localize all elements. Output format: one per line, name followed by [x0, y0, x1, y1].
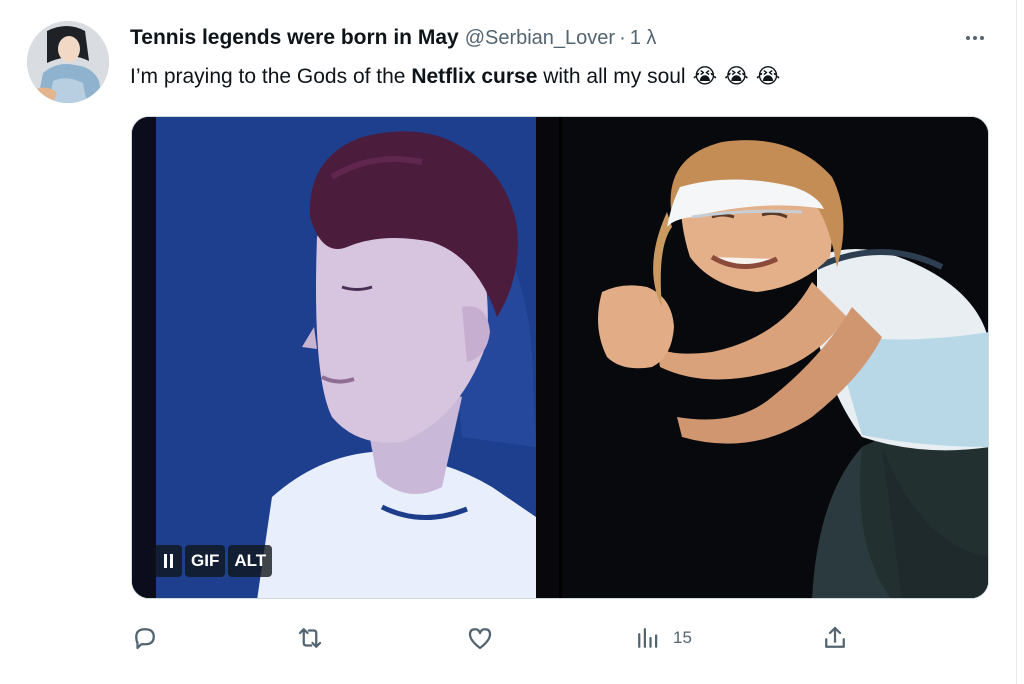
tweet-text: I’m praying to the Gods of the Netflix c… [130, 64, 780, 89]
avatar[interactable] [27, 21, 109, 103]
views-count: 15 [673, 628, 692, 647]
crying-emoji-icon: 😭 [692, 65, 718, 88]
gif-badge[interactable]: GIF [185, 545, 226, 577]
crying-emoji-icon: 😭 [755, 65, 781, 88]
like-button[interactable] [465, 622, 495, 654]
timestamp[interactable]: 1 λ [630, 27, 657, 50]
tweet-header: Tennis legends were born in May @Serbian… [130, 26, 656, 50]
tweet-text-part: I’m praying to the Gods of the [130, 64, 412, 88]
reply-icon [135, 628, 155, 650]
media-grid: GIF ALT [131, 116, 989, 599]
tweet-card: Tennis legends were born in May @Serbian… [0, 0, 1024, 684]
views-bar-chart-icon [638, 628, 658, 648]
gif-controls: GIF ALT [154, 545, 273, 577]
avatar-illustration [27, 21, 109, 103]
tweet-text-part: with all my soul [537, 64, 686, 88]
image-media[interactable] [562, 117, 988, 598]
gif-media[interactable]: GIF ALT [132, 117, 559, 598]
separator-dot: · [619, 27, 626, 49]
share-icon [825, 626, 845, 648]
share-button[interactable] [820, 622, 850, 654]
tweet-text-bold: Netflix curse [411, 64, 538, 88]
heart-icon [468, 628, 492, 650]
more-options-icon[interactable] [958, 26, 992, 50]
photo-image [562, 117, 988, 598]
divider [1016, 0, 1017, 684]
crying-emoji-icon: 😭 [724, 65, 749, 88]
views-button[interactable]: 15 [633, 622, 692, 654]
pause-icon[interactable] [154, 545, 182, 577]
display-name[interactable]: Tennis legends were born in May [130, 26, 459, 50]
reply-button[interactable] [130, 622, 160, 654]
tweet-actions: 15 [130, 622, 860, 654]
alt-badge[interactable]: ALT [228, 545, 273, 577]
retweet-icon [298, 628, 322, 648]
retweet-button[interactable] [295, 622, 325, 654]
user-handle[interactable]: @Serbian_Lover [465, 27, 615, 50]
gif-image [132, 117, 559, 598]
